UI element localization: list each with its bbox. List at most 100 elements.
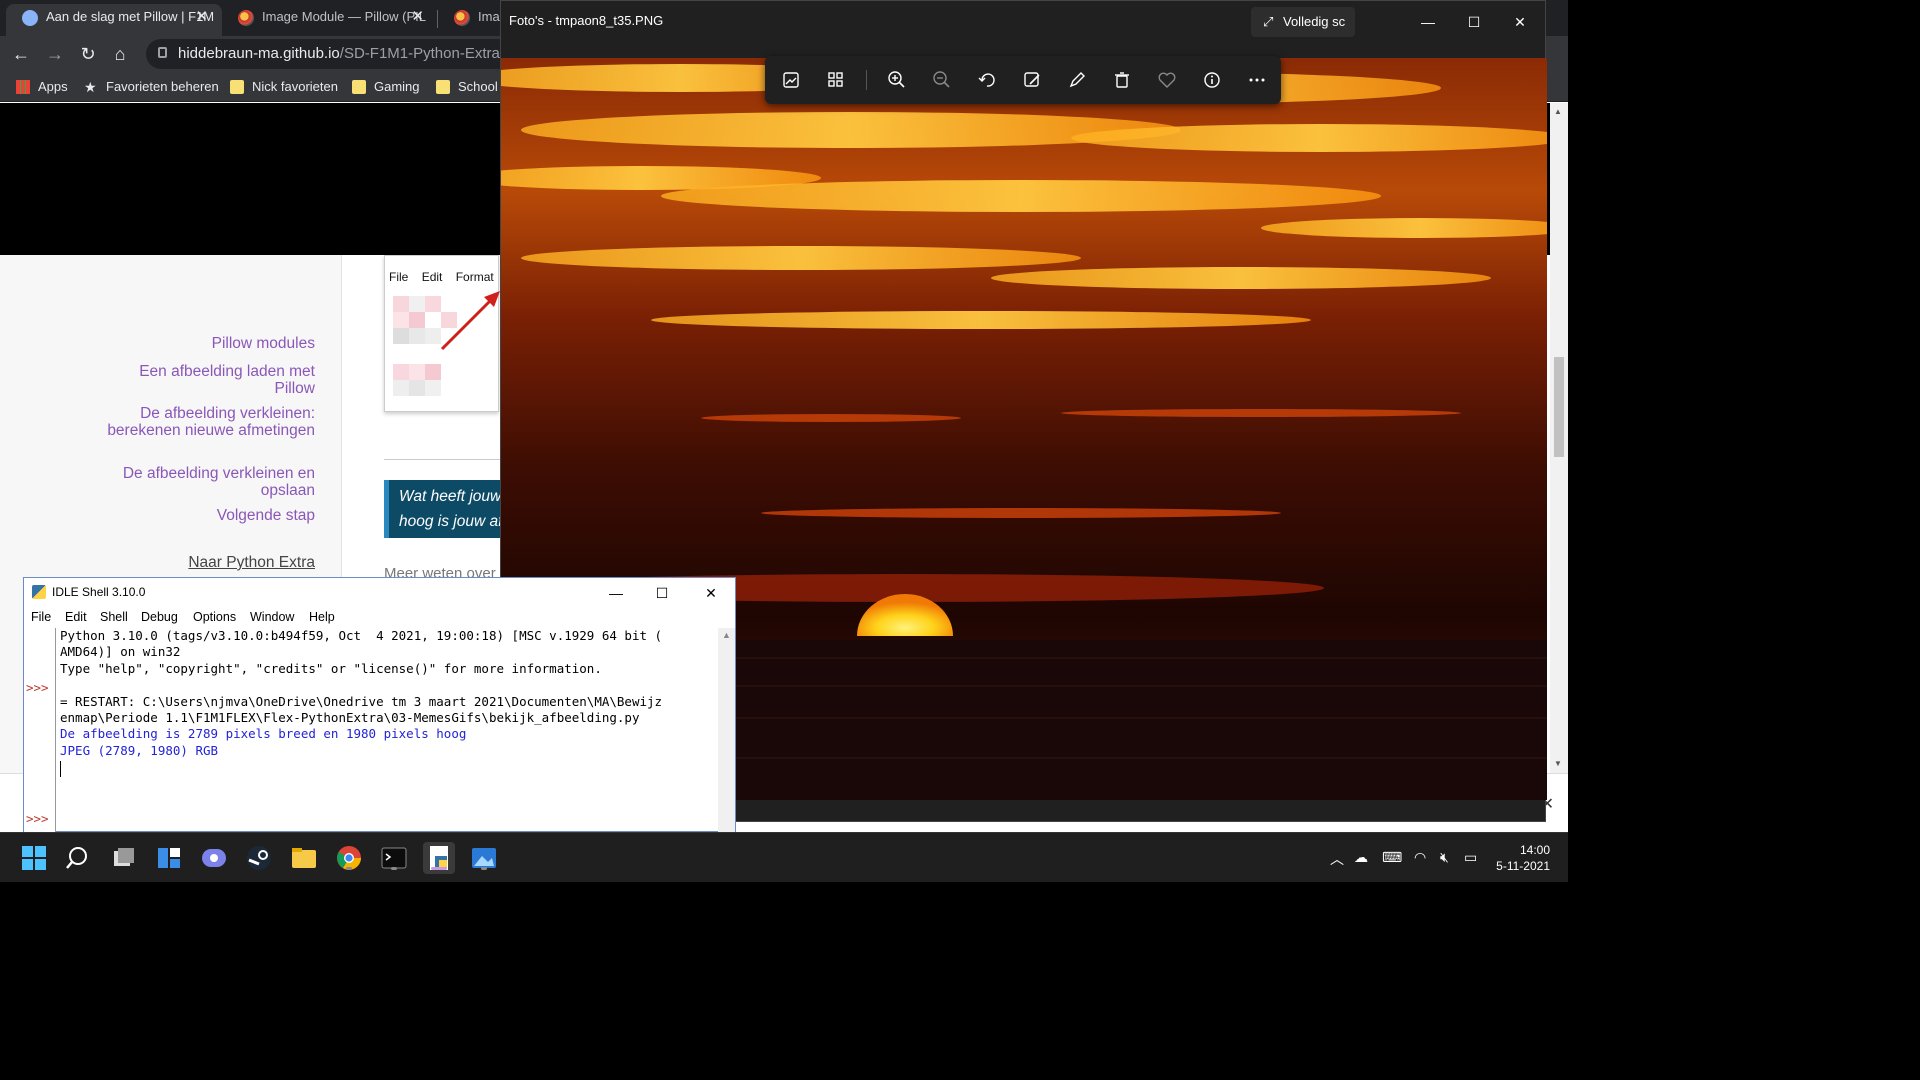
back-icon[interactable]: ←	[8, 41, 34, 67]
zoom-out-icon[interactable]	[930, 68, 954, 92]
rotate-icon[interactable]	[975, 68, 999, 92]
bookmark-label: School	[458, 79, 498, 94]
info-icon[interactable]	[1200, 68, 1224, 92]
mute-icon[interactable]: 🔇︎	[1440, 849, 1449, 866]
shell-line: AMD64)] on win32	[60, 644, 181, 660]
photos-toolbar	[765, 56, 1281, 104]
idle-titlebar: IDLE Shell 3.10.0 — ☐ ✕	[24, 578, 735, 608]
date: 5-11-2021	[1496, 859, 1550, 873]
callout-line: hoog is jouw af	[399, 513, 500, 530]
bookmark-nick-favorieten[interactable]: Nick favorieten	[230, 78, 338, 96]
bookmark-gaming[interactable]: Gaming	[352, 78, 420, 96]
thumb-menu: File Edit Format	[389, 270, 494, 284]
more-icon[interactable]	[1245, 68, 1269, 92]
bookmark-label: Gaming	[374, 79, 420, 94]
menu-window[interactable]: Window	[250, 610, 294, 624]
fullscreen-label: Volledig sc	[1283, 14, 1346, 29]
program-output: JPEG (2789, 1980) RGB	[60, 742, 219, 758]
menu-help[interactable]: Help	[309, 610, 335, 624]
thumb-menu-item: File	[389, 270, 409, 284]
bookmark-manage-favorites[interactable]: ★ Favorieten beheren	[84, 78, 219, 96]
chrome-icon[interactable]	[333, 842, 365, 874]
toc-link-pillow-modules[interactable]: Pillow modules	[95, 335, 315, 352]
scrollbar-thumb[interactable]	[1554, 357, 1564, 457]
start-icon[interactable]	[18, 842, 50, 874]
draw-icon[interactable]	[1065, 68, 1089, 92]
edit-image-icon[interactable]	[1020, 68, 1044, 92]
running-indicator	[431, 867, 447, 870]
collection-icon[interactable]	[824, 68, 848, 92]
divider	[384, 459, 500, 460]
time: 14:00	[1519, 843, 1550, 857]
steam-icon[interactable]	[243, 842, 275, 874]
tab-pillow-intro[interactable]: Aan de slag met Pillow | F1M ✕	[6, 4, 222, 36]
chevron-up-icon[interactable]: ︿	[1330, 849, 1344, 869]
idle-scrollbar[interactable]: ▲	[718, 628, 735, 833]
lock-icon[interactable]	[158, 47, 167, 58]
close-tab-icon[interactable]: ✕	[411, 4, 424, 30]
shell-output[interactable]: Python 3.10.0 (tags/v3.10.0:b494f59, Oct…	[60, 628, 716, 833]
toc-link-verkleinen-berekenen[interactable]: De afbeelding verkleinen: berekenen nieu…	[95, 405, 315, 439]
file-explorer-icon[interactable]	[288, 842, 320, 874]
widgets-icon[interactable]	[153, 842, 185, 874]
bookmark-label: Apps	[38, 79, 68, 94]
idle-shell-window: IDLE Shell 3.10.0 — ☐ ✕ File Edit Shell …	[23, 577, 736, 833]
toc-link-python-extra[interactable]: Naar Python Extra	[95, 554, 315, 571]
tab-image-module[interactable]: Image Module — Pillow (PIL ✕	[222, 4, 438, 36]
page-scrollbar[interactable]: ▲ ▼	[1550, 103, 1568, 773]
reload-icon[interactable]: ↻	[75, 41, 101, 67]
tab-label: Imag	[478, 9, 500, 24]
toc-link-afbeelding-laden[interactable]: Een afbeelding laden met Pillow	[95, 363, 315, 397]
shell-line: enmap\Periode 1.1\F1M1FLEX\Flex-PythonEx…	[60, 710, 640, 726]
idle-icon[interactable]	[423, 842, 455, 874]
running-indicator	[391, 867, 397, 870]
photos-icon[interactable]	[468, 842, 500, 874]
clock[interactable]: 14:00 5-11-2021	[1496, 842, 1550, 874]
tab-label: Aan de slag met Pillow | F1M	[46, 9, 215, 24]
scroll-up-icon[interactable]: ▲	[1554, 107, 1562, 116]
task-view-icon[interactable]	[108, 842, 140, 874]
search-icon[interactable]	[63, 842, 95, 874]
callout-box: Wat heeft jouw hoog is jouw af	[384, 480, 500, 538]
forward-icon[interactable]: →	[42, 41, 68, 67]
bookmark-school[interactable]: School	[436, 78, 498, 96]
menu-file[interactable]: File	[31, 610, 51, 624]
minimize-button[interactable]: —	[1405, 9, 1451, 35]
folder-icon	[230, 80, 244, 94]
zoom-in-icon[interactable]	[885, 68, 909, 92]
wifi-icon[interactable]: ◠	[1414, 849, 1426, 866]
toc-link-verkleinen-opslaan[interactable]: De afbeelding verkleinen en opslaan	[95, 465, 315, 499]
maximize-button[interactable]: ☐	[1451, 9, 1497, 35]
delete-icon[interactable]	[1110, 68, 1134, 92]
keyboard-icon[interactable]: ⌨	[1382, 849, 1402, 866]
menu-debug[interactable]: Debug	[141, 610, 178, 624]
minimize-button[interactable]: —	[593, 578, 639, 608]
close-tab-icon[interactable]: ✕	[195, 4, 208, 30]
prompt-gutter: >>> >>>	[24, 628, 56, 833]
chat-icon[interactable]	[198, 842, 230, 874]
url-path: /SD-F1M1-Python-Extra/0	[339, 45, 513, 62]
star-icon: ★	[84, 79, 97, 95]
gallery-icon[interactable]	[779, 68, 803, 92]
tab-image[interactable]: Imag	[438, 4, 500, 36]
fullscreen-button[interactable]: ⤢ Volledig sc	[1251, 7, 1355, 37]
battery-icon[interactable]: ▭	[1464, 849, 1477, 866]
scroll-up-icon[interactable]: ▲	[722, 630, 731, 640]
terminal-icon[interactable]	[378, 842, 410, 874]
bookmark-apps[interactable]: Apps	[16, 78, 68, 96]
toc-link-volgende-stap[interactable]: Volgende stap	[95, 507, 315, 524]
scroll-down-icon[interactable]: ▼	[1554, 759, 1562, 768]
menu-edit[interactable]: Edit	[65, 610, 87, 624]
menu-shell[interactable]: Shell	[100, 610, 128, 624]
prompt: >>>	[26, 680, 49, 695]
maximize-button[interactable]: ☐	[639, 578, 685, 608]
idle-title: IDLE Shell 3.10.0	[52, 585, 146, 599]
red-arrow-annotation	[440, 291, 500, 351]
favorite-icon[interactable]	[1155, 68, 1179, 92]
close-button[interactable]: ✕	[1497, 9, 1543, 35]
close-button[interactable]: ✕	[688, 578, 734, 608]
home-icon[interactable]: ⌂	[107, 41, 133, 67]
menu-options[interactable]: Options	[193, 610, 236, 624]
onedrive-icon[interactable]: ☁	[1354, 849, 1368, 866]
